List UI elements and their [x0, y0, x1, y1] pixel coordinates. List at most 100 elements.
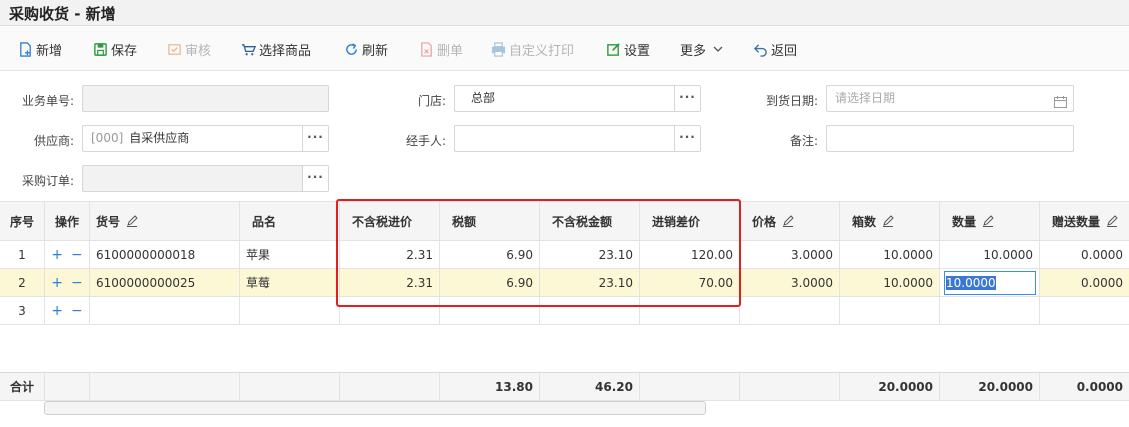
add-row-button[interactable]: + [51, 303, 63, 319]
back-button[interactable]: 返回 [752, 40, 797, 59]
header-amount-ex-tax: 不含税金额 [540, 202, 640, 241]
row-price-ex-tax[interactable]: 2.31 [340, 241, 440, 269]
row-boxes[interactable] [840, 297, 940, 325]
page-title: 采购收货 - 新增 [9, 5, 116, 23]
supplier-field[interactable]: [000] 自采供应商 ··· [82, 125, 329, 152]
totals-label: 合计 [0, 373, 45, 401]
row-price-ex-tax[interactable]: 2.31 [340, 269, 440, 297]
save-button-label: 保存 [111, 43, 138, 59]
table-row-selected[interactable]: 2 + − 6100000000025 草莓 2.31 6.90 23.10 70… [0, 269, 1129, 297]
row-qty[interactable] [940, 297, 1040, 325]
row-tax[interactable]: 6.90 [440, 269, 540, 297]
row-margin[interactable] [640, 297, 740, 325]
toolbar: 新增 保存 审核 选择商品 刷新 删单 自定义打印 设置 更多 返回 [0, 27, 1129, 71]
row-seq: 3 [0, 297, 45, 325]
row-price[interactable]: 3.0000 [740, 241, 840, 269]
row-price[interactable] [740, 297, 840, 325]
remark-input[interactable] [826, 125, 1074, 152]
row-margin[interactable]: 120.00 [640, 241, 740, 269]
header-tax: 税额 [440, 202, 540, 241]
custom-print-button[interactable]: 自定义打印 [490, 40, 574, 59]
supplier-name: 自采供应商 [129, 131, 190, 145]
header-op: 操作 [45, 202, 90, 241]
table-row[interactable]: 3 + − [0, 297, 1129, 325]
header-price[interactable]: 价格 [740, 202, 840, 241]
save-icon [92, 41, 108, 57]
row-price[interactable]: 3.0000 [740, 269, 840, 297]
header-qty[interactable]: 数量 [940, 202, 1040, 241]
title-bar: 采购收货 - 新增 [0, 0, 1129, 26]
row-qty-editor[interactable]: 10.0000 [940, 269, 1040, 297]
store-field[interactable]: 总部 ··· [454, 85, 701, 112]
handler-picker-button[interactable]: ··· [674, 126, 700, 151]
refresh-button[interactable]: 刷新 [343, 40, 389, 59]
row-tax[interactable]: 6.90 [440, 241, 540, 269]
row-amount-ex-tax[interactable] [540, 297, 640, 325]
table-header: 序号 操作 货号 品名 不含税进价 税额 不含税金额 进销差价 价格 箱数 数量… [0, 201, 1129, 241]
order-no-field[interactable] [82, 85, 329, 112]
remove-row-button[interactable]: − [71, 247, 83, 263]
header-boxes[interactable]: 箱数 [840, 202, 940, 241]
remove-row-button[interactable]: − [71, 275, 83, 291]
totals-empty [90, 373, 240, 401]
row-boxes[interactable]: 10.0000 [840, 241, 940, 269]
store-picker-button[interactable]: ··· [674, 86, 700, 111]
row-gift-qty[interactable] [1040, 297, 1129, 325]
row-name[interactable]: 草莓 [240, 269, 340, 297]
arrival-date-input[interactable]: 请选择日期 [826, 85, 1074, 112]
row-amount-ex-tax[interactable]: 23.10 [540, 241, 640, 269]
more-dropdown[interactable]: 更多 [680, 40, 723, 59]
new-button[interactable]: 新增 [17, 40, 63, 59]
row-boxes[interactable]: 10.0000 [840, 269, 940, 297]
cart-icon [240, 41, 256, 57]
horizontal-scrollbar[interactable] [44, 401, 706, 415]
row-amount-ex-tax[interactable]: 23.10 [540, 269, 640, 297]
totals-amount-ex-tax: 46.20 [540, 373, 640, 401]
row-code[interactable] [90, 297, 240, 325]
remove-row-button[interactable]: − [71, 303, 83, 319]
purchase-order-picker-button[interactable]: ··· [302, 166, 328, 191]
row-price-ex-tax[interactable] [340, 297, 440, 325]
row-gift-qty[interactable]: 0.0000 [1040, 241, 1129, 269]
row-ops: + − [45, 269, 90, 297]
handler-label: 经手人: [405, 134, 446, 148]
delete-order-button[interactable]: 删单 [418, 40, 464, 59]
purchase-order-field[interactable]: ··· [82, 165, 329, 192]
row-gift-qty[interactable]: 0.0000 [1040, 269, 1129, 297]
select-goods-button[interactable]: 选择商品 [240, 40, 311, 59]
row-margin[interactable]: 70.00 [640, 269, 740, 297]
row-name[interactable]: 苹果 [240, 241, 340, 269]
row-code[interactable]: 6100000000025 [90, 269, 240, 297]
audit-button[interactable]: 审核 [166, 40, 211, 59]
qty-input[interactable]: 10.0000 [944, 270, 1036, 295]
calendar-icon[interactable] [1054, 92, 1067, 108]
table-empty-area [0, 325, 1129, 373]
header-gift-qty[interactable]: 赠送数量 [1040, 202, 1129, 241]
settings-button-label: 设置 [624, 43, 651, 59]
totals-empty [340, 373, 440, 401]
delete-order-label: 删单 [437, 43, 464, 59]
row-code[interactable]: 6100000000018 [90, 241, 240, 269]
arrival-date-label: 到货日期: [765, 94, 818, 108]
edit-pencil-icon [127, 215, 138, 227]
row-tax[interactable] [440, 297, 540, 325]
row-ops: + − [45, 297, 90, 325]
header-code[interactable]: 货号 [90, 202, 240, 241]
table-row[interactable]: 1 + − 6100000000018 苹果 2.31 6.90 23.10 12… [0, 241, 1129, 269]
settings-button[interactable]: 设置 [605, 40, 651, 59]
printer-icon [490, 41, 506, 57]
edit-pencil-icon [883, 215, 894, 227]
edit-pencil-icon [983, 215, 994, 227]
totals-tax: 13.80 [440, 373, 540, 401]
new-button-label: 新增 [36, 43, 63, 59]
row-name[interactable] [240, 297, 340, 325]
handler-field[interactable]: ··· [454, 125, 701, 152]
save-button[interactable]: 保存 [92, 40, 138, 59]
refresh-button-label: 刷新 [362, 43, 389, 59]
add-row-button[interactable]: + [51, 247, 63, 263]
add-row-button[interactable]: + [51, 275, 63, 291]
refresh-icon [343, 41, 359, 57]
supplier-code: [000] [91, 131, 124, 145]
supplier-picker-button[interactable]: ··· [302, 126, 328, 151]
row-qty[interactable]: 10.0000 [940, 241, 1040, 269]
